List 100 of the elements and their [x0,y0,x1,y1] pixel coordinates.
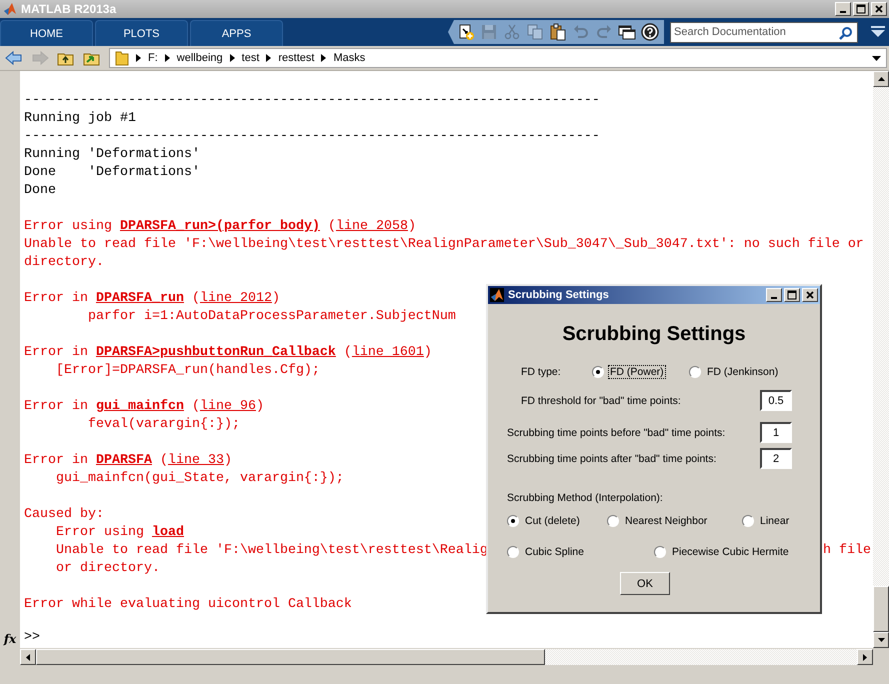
close-icon[interactable] [805,290,815,300]
scroll-down-icon[interactable] [878,638,884,642]
minimize-button[interactable] [766,288,782,302]
radio-button[interactable] [507,546,519,558]
close-icon[interactable] [874,4,884,14]
minimize-button[interactable] [835,2,851,16]
console-line: h file [823,542,871,560]
radio-button[interactable] [607,515,619,527]
code-link[interactable]: DPARSFA_run>(parfor body) [120,219,320,234]
dropdown-icon[interactable] [872,56,881,60]
maximize-button[interactable] [784,288,800,302]
maximize-icon[interactable] [856,4,866,14]
radio-label[interactable]: FD (Jenkinson) [705,365,780,379]
scroll-right-icon[interactable] [863,654,867,660]
scroll-up-icon[interactable] [878,77,884,81]
path-crumb[interactable]: resttest [278,52,314,64]
field-label: FD threshold for "bad" time points: [521,394,681,406]
number-field[interactable]: 0.5 [760,390,792,411]
logo-icon [490,288,504,302]
ribbon-tab[interactable]: PLOTS [95,20,188,46]
radio-label[interactable]: Cut (delete) [523,514,582,528]
maximize-button[interactable] [853,2,869,16]
console-line: Running 'Deformations' [24,146,200,164]
path-crumb[interactable]: wellbeing [176,52,223,64]
number-field[interactable]: 1 [760,422,792,443]
folder-icon [115,50,129,66]
console-line: Caused by: [24,506,104,524]
radio-label[interactable]: FD (Power) [608,365,666,379]
search-field[interactable]: Search Documentation [670,22,858,42]
code-link[interactable]: gui_mainfcn [96,399,184,414]
help-icon[interactable] [640,22,660,42]
line-link[interactable]: line 2058 [336,219,408,234]
close-button[interactable] [871,2,887,16]
console-line: Done [24,182,56,200]
console-line: directory. [24,254,104,272]
console-line: ------------------------------------------------------------------------ [24,92,600,110]
maximize-icon[interactable] [787,290,797,300]
radio-button[interactable] [689,366,701,378]
close-button[interactable] [802,288,818,302]
console-line: [Error]=DPARSFA_run(handles.Cfg); [54,362,320,380]
code-link[interactable]: load [152,525,184,540]
field-label: FD type: [521,366,562,378]
separator-icon [321,54,326,62]
console-line: Unable to read file 'F:\wellbeing\test\resttest\RealignParameter\Sub_3047\_Sub_3047.txt': no such file or [24,236,864,254]
vertical-scrollbar[interactable] [873,71,889,648]
scroll-left-icon[interactable] [26,654,30,660]
path-field[interactable]: F: wellbeing test resttest Masks [109,48,887,68]
ribbon-tab[interactable]: APPS [190,20,283,46]
separator-icon [164,54,170,62]
path-crumb[interactable]: F: [148,52,158,64]
path-crumb[interactable]: Masks [333,52,366,64]
radio-label[interactable]: Nearest Neighbor [623,514,710,528]
field-label: Scrubbing time points after "bad" time points: [507,452,716,464]
console-line: feval(varargin{:}); [86,416,240,434]
code-link[interactable]: DPARSFA>pushbuttonRun_Callback [96,345,336,360]
logo-icon [3,2,17,16]
console-line: Running job #1 [24,110,136,128]
radio-label[interactable]: Piecewise Cubic Hermite [670,545,791,559]
line-link[interactable]: line 2012 [200,291,272,306]
separator-icon [230,54,235,62]
console-line: Error while evaluating uicontrol Callback [24,596,352,614]
command-prompt[interactable]: >> [24,630,40,645]
ribbon-tab[interactable]: HOME [0,20,93,46]
line-link[interactable]: line 33 [168,453,224,468]
paste-icon[interactable] [548,22,568,42]
console-line: Error in DPARSFA>pushbuttonRun_Callback (line 1601) [24,344,432,362]
console-line: Error in gui_mainfcn (line 96) [24,398,264,416]
line-link[interactable]: line 96 [200,399,256,414]
radio-label[interactable]: Linear [758,514,792,528]
code-link[interactable]: DPARSFA [96,453,152,468]
function-icon[interactable]: fx [4,632,16,646]
console-line: Done 'Deformations' [24,164,200,182]
path-crumb[interactable]: test [242,52,260,64]
console-line: Error in DPARSFA (line 33) [24,452,232,470]
radio-button[interactable] [654,546,666,558]
separator-icon [266,54,272,62]
search-icon[interactable] [839,26,853,40]
radio-button[interactable] [592,366,604,378]
code-link[interactable]: DPARSFA_run [96,291,184,306]
expand-icon[interactable] [870,26,886,38]
dialog-title: Scrubbing Settings [508,289,609,301]
scroll-thumb[interactable] [36,649,545,665]
separator-icon [136,54,141,62]
console-line: parfor i=1:AutoDataProcessParameter.SubjectNum [86,308,456,326]
number-field[interactable]: 2 [760,448,792,469]
ok-button[interactable]: OK [620,572,670,595]
window-title: MATLAB R2013a [21,2,116,16]
scroll-thumb[interactable] [873,586,889,632]
console-line: ------------------------------------------------------------------------ [24,128,600,146]
console-line: gui_mainfcn(gui_State, varargin{:}); [54,470,344,488]
field-label: Scrubbing time points before "bad" time points: [507,426,726,438]
console-line: or directory. [54,560,160,578]
console-line: Error using DPARSFA_run>(parfor body) (line 2058) [24,218,416,236]
console-line: Unable to read file 'F:\wellbeing\test\resttest\Realig [54,542,488,560]
radio-button[interactable] [742,515,754,527]
console-line: Error using load [54,524,184,542]
radio-label[interactable]: Cubic Spline [523,545,586,559]
radio-button[interactable] [507,515,519,527]
line-link[interactable]: line 1601 [352,345,424,360]
horizontal-scrollbar[interactable] [20,649,873,665]
